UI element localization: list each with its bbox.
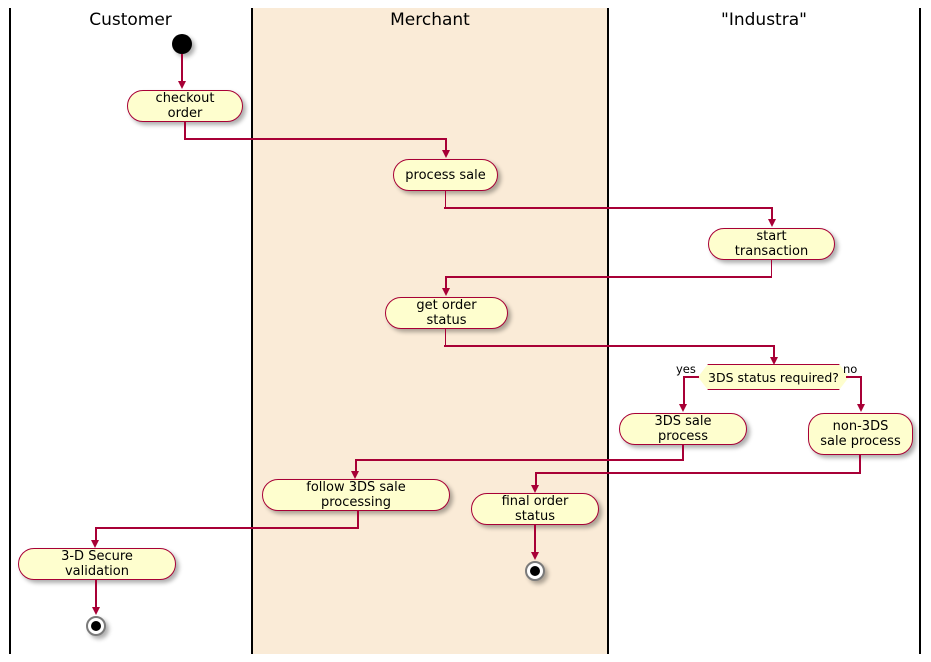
- arrowhead-end-customer: [91, 607, 100, 615]
- edge-decision-no-down: [860, 376, 862, 405]
- edge-decision-yes-out: [683, 376, 699, 378]
- swimlane-title-merchant: Merchant: [390, 10, 470, 30]
- edge-non-3ds-down: [859, 455, 861, 473]
- edge-start-to-checkout-order: [181, 54, 183, 82]
- arrowhead-final-order-status: [531, 485, 540, 493]
- node-3ds-sale-process[interactable]: 3DS sale process: [619, 413, 747, 445]
- edge-final-order-status-to-end: [534, 525, 536, 553]
- edge-into-final-order-status: [535, 472, 537, 486]
- node-3ds-status-required-decision[interactable]: 3DS status required?: [698, 364, 849, 390]
- arrowhead-3ds-sale-process: [679, 404, 688, 412]
- node-final-order-status[interactable]: final order status: [471, 493, 599, 525]
- edge-into-3d-secure-validation: [95, 527, 97, 541]
- node-label-non-3ds-sale-process: non-3DS sale process: [820, 419, 901, 449]
- edge-non-3ds-to-final-order-status: [535, 472, 861, 474]
- activity-diagram-canvas: Customer Merchant "Industra" checkout or…: [0, 0, 931, 662]
- edge-start-transaction-to-get-order-status: [445, 276, 772, 278]
- arrowhead-process-sale: [441, 150, 450, 158]
- node-label-3d-secure-validation: 3-D Secure validation: [61, 549, 133, 579]
- edge-decision-yes-down: [683, 376, 685, 405]
- arrowhead-3d-secure-validation: [91, 540, 100, 548]
- edge-label-no: no: [843, 362, 858, 376]
- node-3d-secure-validation[interactable]: 3-D Secure validation: [18, 548, 176, 580]
- edge-3ds-sale-process-down: [682, 445, 684, 460]
- edge-label-yes: yes: [676, 362, 696, 376]
- edge-process-sale-down: [444, 191, 447, 208]
- node-label-follow-3ds-sale-processing: follow 3DS sale processing: [306, 480, 406, 510]
- arrowhead-start-transaction: [767, 219, 776, 227]
- edge-start-transaction-down: [770, 260, 773, 277]
- swimlane-divider-customer-merchant: [251, 8, 253, 654]
- swimlane-divider-right: [919, 8, 921, 654]
- arrowhead-decision: [769, 357, 778, 365]
- arrowhead-get-order-status: [441, 288, 450, 296]
- swimlane-background-industra: [608, 8, 920, 654]
- end-node-merchant: [525, 561, 545, 581]
- node-start-transaction[interactable]: start transaction: [708, 228, 835, 260]
- arrowhead-checkout-order: [177, 81, 186, 89]
- arrowhead-non-3ds-sale-process: [856, 404, 865, 412]
- edge-get-order-status-down: [444, 329, 447, 346]
- arrowhead-end-merchant: [530, 552, 539, 560]
- swimlane-divider-left: [9, 8, 11, 654]
- node-checkout-order[interactable]: checkout order: [127, 90, 243, 122]
- node-label-process-sale: process sale: [405, 167, 486, 183]
- node-label-checkout-order: checkout order: [155, 91, 215, 121]
- edge-3d-secure-validation-to-end: [95, 580, 97, 608]
- node-get-order-status[interactable]: get order status: [385, 297, 508, 329]
- node-label-3ds-status-required: 3DS status required?: [708, 369, 839, 385]
- end-node-customer: [86, 616, 106, 636]
- edge-process-sale-to-start-transaction: [444, 207, 773, 209]
- swimlane-background-merchant: [252, 8, 608, 654]
- edge-get-order-status-to-decision: [444, 345, 775, 347]
- edge-follow-3ds-to-3d-secure-validation: [95, 527, 359, 529]
- node-process-sale[interactable]: process sale: [393, 159, 498, 191]
- node-label-3ds-sale-process: 3DS sale process: [654, 414, 712, 444]
- swimlane-divider-merchant-industra: [607, 8, 609, 654]
- swimlane-title-industra: "Industra": [721, 10, 807, 30]
- edge-follow-3ds-down: [357, 511, 359, 528]
- edge-3ds-sale-process-to-follow: [355, 459, 684, 461]
- node-label-final-order-status: final order status: [501, 494, 569, 524]
- edge-checkout-order-down: [184, 122, 186, 139]
- start-node: [172, 34, 192, 54]
- node-non-3ds-sale-process[interactable]: non-3DS sale process: [808, 413, 913, 455]
- node-label-get-order-status: get order status: [416, 298, 477, 328]
- node-follow-3ds-sale-processing[interactable]: follow 3DS sale processing: [262, 479, 450, 511]
- node-label-start-transaction: start transaction: [734, 229, 809, 259]
- edge-checkout-order-to-process-sale: [184, 138, 447, 140]
- arrowhead-follow-3ds-sale-processing: [351, 471, 360, 479]
- swimlane-title-customer: Customer: [89, 10, 172, 30]
